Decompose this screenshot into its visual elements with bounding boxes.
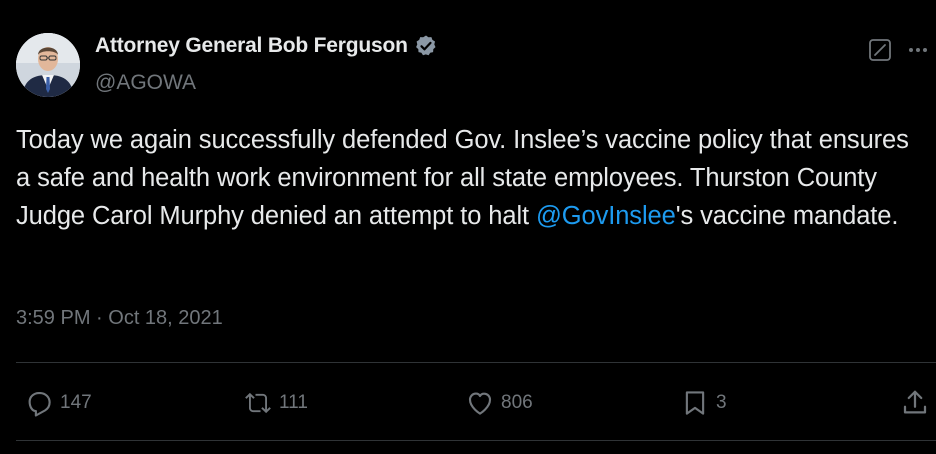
tweet-time[interactable]: 3:59 PM xyxy=(16,307,90,329)
grok-icon[interactable] xyxy=(868,38,892,62)
tweet-text-part: 's vaccine mandate. xyxy=(675,202,899,230)
tweet-timestamp: 3:59 PM · Oct 18, 2021 xyxy=(16,307,223,330)
bookmark-count: 3 xyxy=(716,392,727,413)
bookmark-icon xyxy=(685,391,705,415)
tweet-text: Today we again successfully defended Gov… xyxy=(16,121,926,235)
repost-button[interactable]: 111 xyxy=(243,388,308,418)
mention-link[interactable]: @GovInslee xyxy=(536,202,676,230)
tweet-date[interactable]: Oct 18, 2021 xyxy=(108,307,223,329)
reply-button[interactable]: 147 xyxy=(24,388,92,418)
like-count: 806 xyxy=(501,392,533,413)
timestamp-separator: · xyxy=(90,307,109,329)
repost-icon xyxy=(245,392,271,414)
divider xyxy=(16,440,936,441)
reply-icon xyxy=(28,391,51,417)
like-button[interactable]: 806 xyxy=(465,388,533,418)
repost-count: 111 xyxy=(279,392,308,413)
share-icon xyxy=(903,390,927,414)
bookmark-button[interactable]: 3 xyxy=(680,388,727,418)
share-button[interactable] xyxy=(900,388,930,418)
author-display-name[interactable]: Attorney General Bob Ferguson xyxy=(95,34,408,58)
author-handle[interactable]: @AGOWA xyxy=(95,71,196,95)
more-options-icon[interactable] xyxy=(903,38,933,62)
heart-icon xyxy=(468,392,492,415)
profile-photo xyxy=(16,33,80,97)
verified-check-icon[interactable] xyxy=(414,34,438,58)
divider xyxy=(16,362,936,363)
avatar[interactable] xyxy=(16,33,80,97)
author-name-row: Attorney General Bob Ferguson xyxy=(95,34,438,58)
reply-count: 147 xyxy=(60,392,92,413)
